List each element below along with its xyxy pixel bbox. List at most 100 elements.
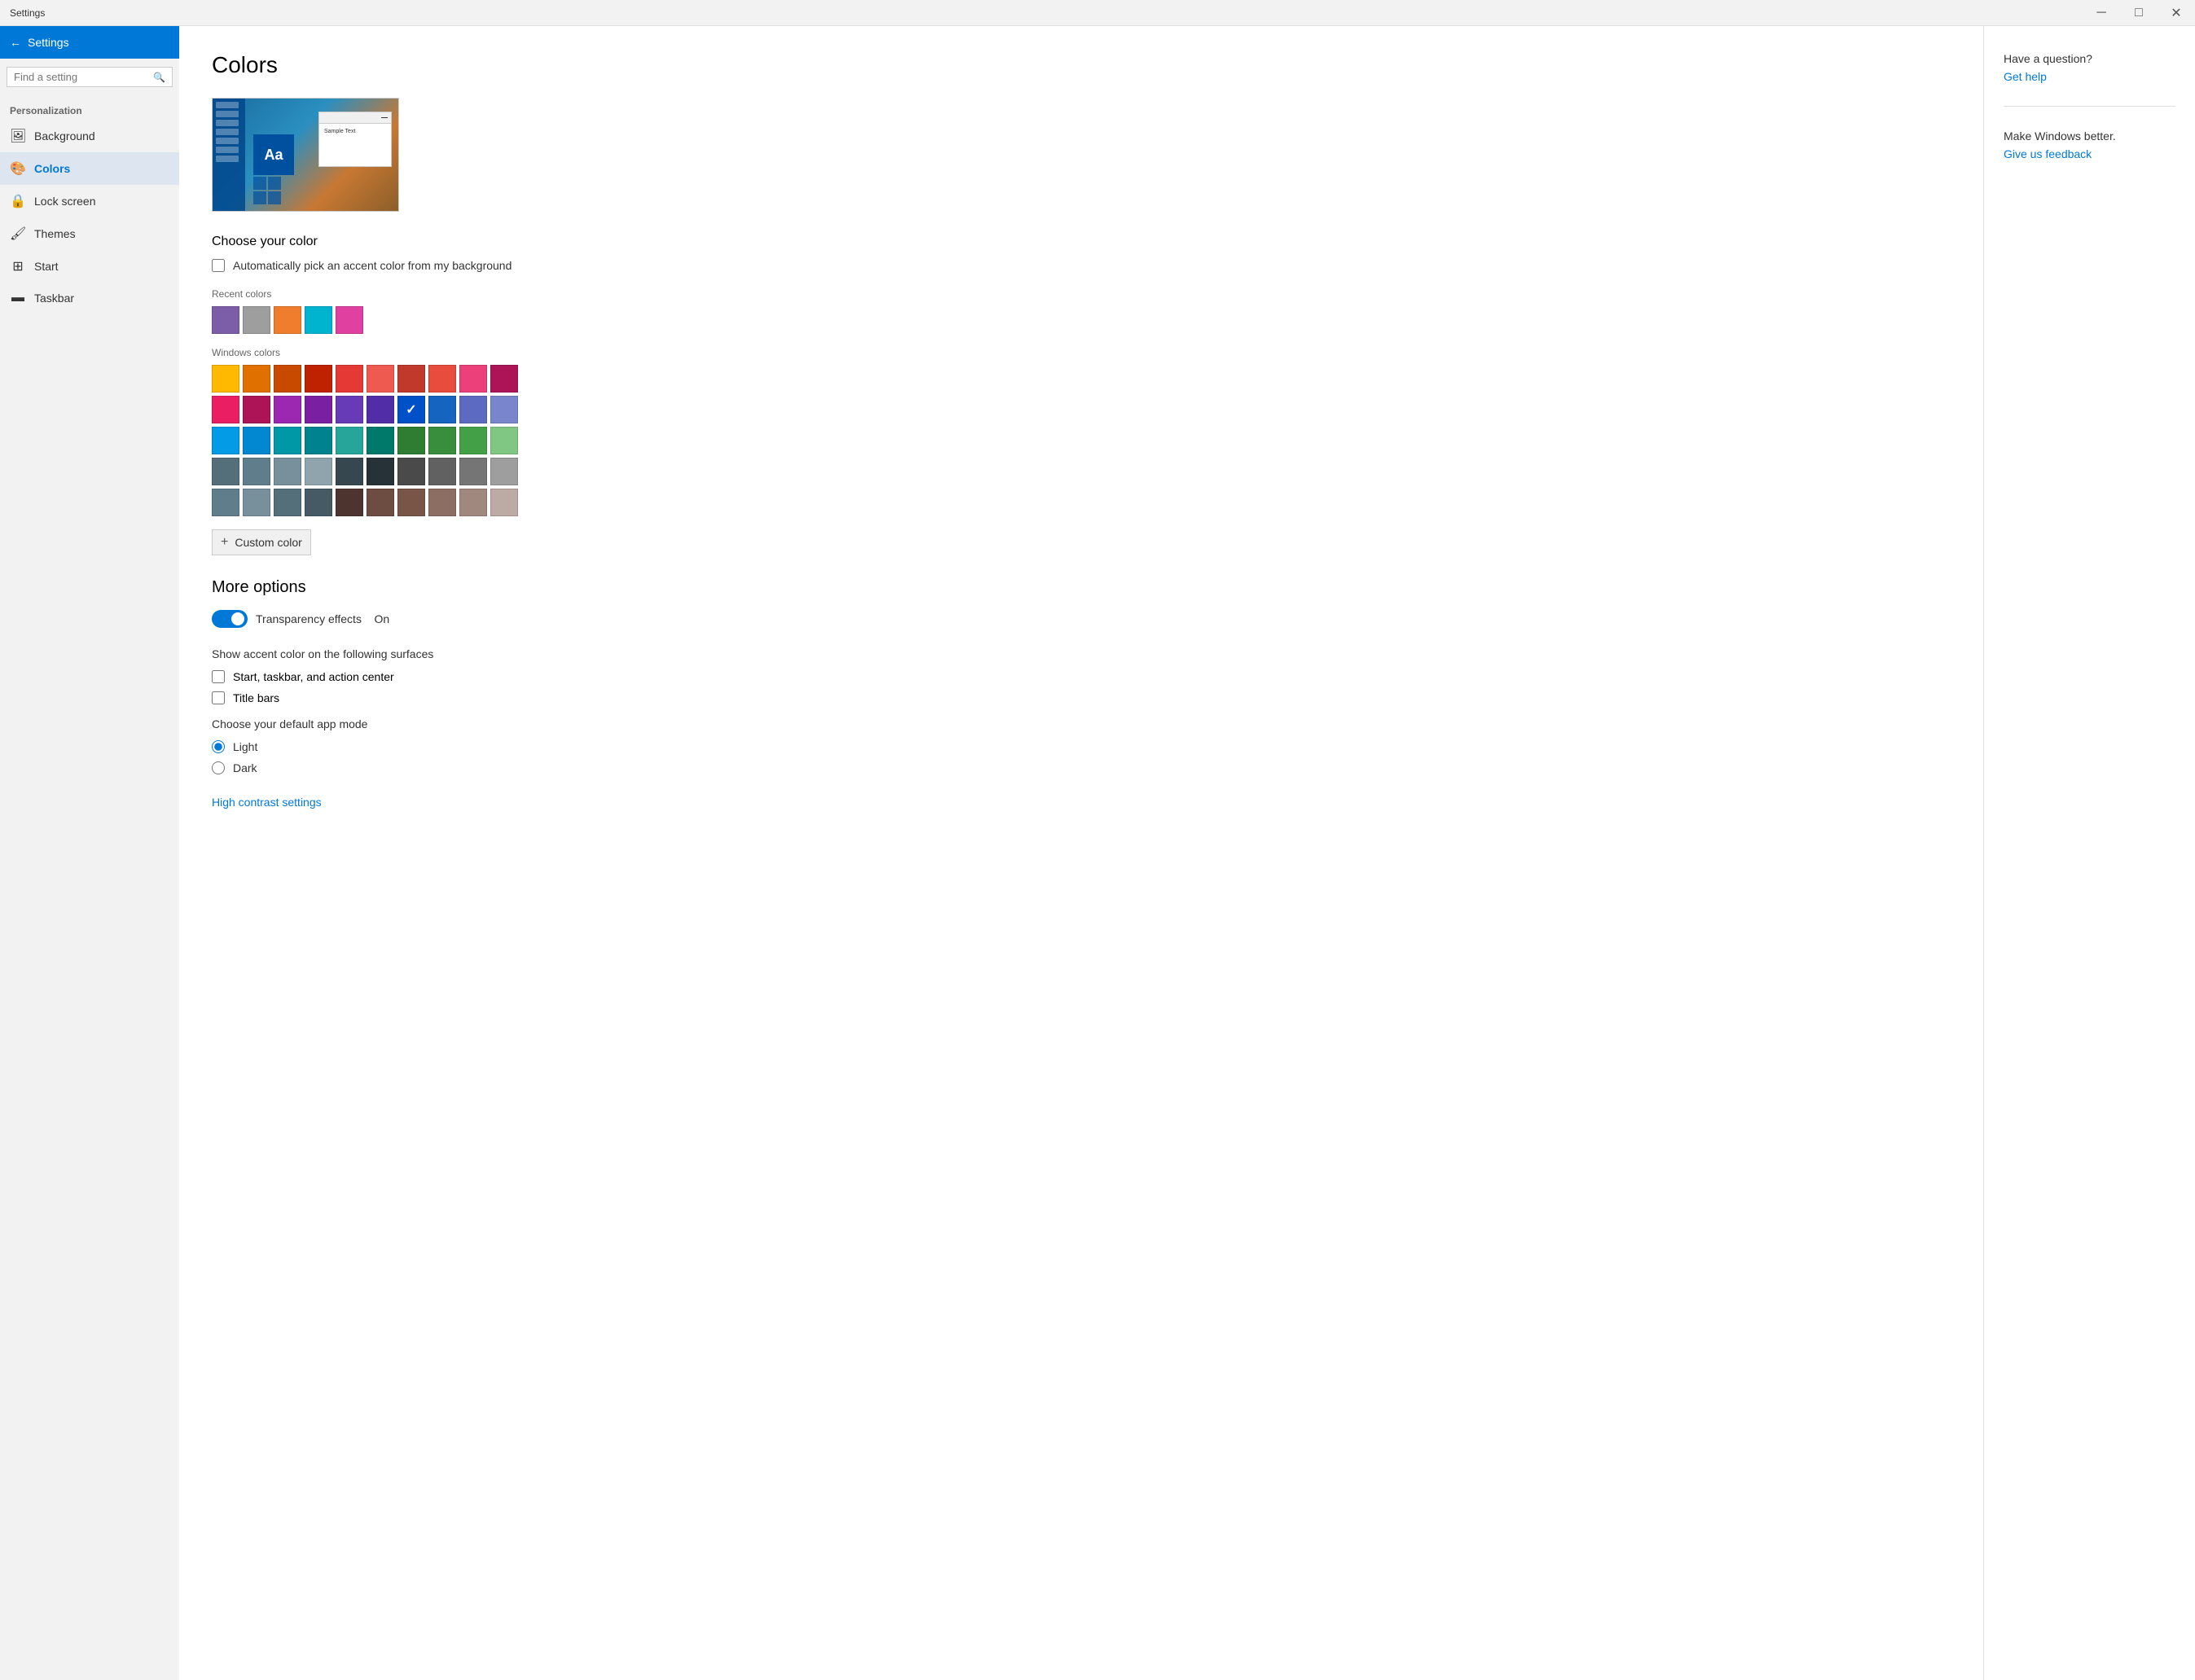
transparency-toggle[interactable] [212, 610, 248, 628]
mode-dark-label[interactable]: Dark [233, 761, 257, 774]
sidebar-item-label-start: Start [34, 260, 59, 273]
auto-pick-checkbox[interactable] [212, 259, 225, 272]
windows-color-swatch[interactable] [428, 427, 456, 454]
transparency-label: Transparency effects On [256, 612, 389, 625]
recent-color-swatch[interactable] [336, 306, 363, 334]
colors-icon: 🎨 [10, 160, 26, 177]
windows-color-swatch[interactable] [490, 458, 518, 485]
mode-light-radio[interactable] [212, 740, 225, 753]
app-container: ← Settings 🔍 Personalization 🖼 Backgroun… [0, 26, 2195, 1680]
windows-color-swatch[interactable] [336, 365, 363, 393]
sidebar-item-start[interactable]: ⊞ Start [0, 250, 179, 283]
windows-color-swatch[interactable] [490, 489, 518, 516]
high-contrast-link[interactable]: High contrast settings [212, 796, 322, 809]
get-help-link[interactable]: Get help [2004, 70, 2047, 83]
windows-color-swatch[interactable] [305, 396, 332, 423]
recent-color-swatch[interactable] [305, 306, 332, 334]
windows-color-swatch[interactable] [336, 458, 363, 485]
sidebar-item-background[interactable]: 🖼 Background [0, 120, 179, 152]
windows-color-swatch[interactable] [459, 489, 487, 516]
windows-color-swatch[interactable] [305, 489, 332, 516]
windows-color-swatch[interactable] [212, 427, 239, 454]
preview-minimize-icon [381, 117, 388, 118]
windows-color-swatch[interactable] [428, 458, 456, 485]
windows-color-swatch[interactable] [274, 458, 301, 485]
windows-color-swatch[interactable] [397, 489, 425, 516]
windows-color-swatch[interactable] [336, 489, 363, 516]
windows-color-swatch[interactable] [428, 396, 456, 423]
recent-color-swatch[interactable] [274, 306, 301, 334]
windows-color-swatch[interactable] [367, 458, 394, 485]
windows-color-swatch[interactable] [243, 458, 270, 485]
sidebar-item-themes[interactable]: 🖌 Themes [0, 217, 179, 250]
windows-color-swatch[interactable] [243, 365, 270, 393]
show-accent-label: Show accent color on the following surfa… [212, 647, 1951, 660]
windows-color-swatch[interactable] [212, 489, 239, 516]
windows-color-swatch[interactable] [490, 427, 518, 454]
windows-color-swatch[interactable] [336, 427, 363, 454]
windows-color-swatch[interactable] [428, 365, 456, 393]
windows-color-swatch[interactable] [305, 458, 332, 485]
mode-dark-row: Dark [212, 761, 1951, 774]
windows-color-swatch[interactable] [212, 458, 239, 485]
windows-color-swatch[interactable] [397, 365, 425, 393]
windows-color-swatch[interactable] [459, 458, 487, 485]
mode-dark-radio[interactable] [212, 761, 225, 774]
sidebar-item-label-background: Background [34, 129, 95, 143]
windows-color-swatch[interactable] [243, 489, 270, 516]
windows-color-swatch[interactable] [459, 365, 487, 393]
windows-color-swatch[interactable] [336, 396, 363, 423]
windows-color-swatch[interactable] [367, 427, 394, 454]
windows-color-swatch[interactable] [459, 396, 487, 423]
windows-color-swatch[interactable] [367, 396, 394, 423]
custom-color-button[interactable]: + Custom color [212, 529, 311, 555]
recent-color-swatch[interactable] [243, 306, 270, 334]
surface-start-checkbox[interactable] [212, 670, 225, 683]
background-icon: 🖼 [10, 128, 26, 144]
more-options-title: More options [212, 578, 1951, 597]
titlebar-controls: ─ □ ✕ [2083, 0, 2195, 26]
windows-color-swatch[interactable] [367, 365, 394, 393]
preview-tiles [253, 177, 281, 204]
windows-color-swatch[interactable] [428, 489, 456, 516]
sidebar-item-colors[interactable]: 🎨 Colors [0, 152, 179, 185]
minimize-button[interactable]: ─ [2083, 0, 2120, 26]
sidebar-item-lock-screen[interactable]: 🔒 Lock screen [0, 185, 179, 217]
windows-color-swatch[interactable] [212, 365, 239, 393]
windows-color-swatch[interactable] [397, 396, 425, 423]
windows-color-swatch[interactable] [459, 427, 487, 454]
windows-color-swatch[interactable] [274, 365, 301, 393]
surface-start-label[interactable]: Start, taskbar, and action center [233, 670, 394, 683]
make-better-title: Make Windows better. [2004, 129, 2175, 143]
surface-titlebars-label[interactable]: Title bars [233, 691, 279, 704]
sidebar-item-taskbar[interactable]: ▬ Taskbar [0, 283, 179, 314]
windows-color-swatch[interactable] [397, 458, 425, 485]
surface-titlebars-checkbox[interactable] [212, 691, 225, 704]
mode-light-row: Light [212, 740, 1951, 753]
search-input[interactable] [14, 71, 153, 83]
windows-color-swatch[interactable] [490, 365, 518, 393]
windows-color-swatch[interactable] [274, 489, 301, 516]
windows-color-swatch[interactable] [490, 396, 518, 423]
windows-color-swatch[interactable] [305, 427, 332, 454]
search-box[interactable]: 🔍 [7, 67, 173, 87]
maximize-button[interactable]: □ [2120, 0, 2158, 26]
sidebar-item-label-lock: Lock screen [34, 195, 95, 208]
windows-color-swatch[interactable] [305, 365, 332, 393]
preview-tile-4 [268, 191, 281, 204]
mode-light-label[interactable]: Light [233, 740, 257, 753]
recent-color-swatch[interactable] [212, 306, 239, 334]
auto-pick-label[interactable]: Automatically pick an accent color from … [233, 259, 511, 272]
right-panel: Have a question? Get help Make Windows b… [1983, 26, 2195, 1680]
windows-color-swatch[interactable] [274, 427, 301, 454]
windows-color-swatch[interactable] [274, 396, 301, 423]
windows-color-swatch[interactable] [243, 427, 270, 454]
windows-color-swatch[interactable] [397, 427, 425, 454]
windows-color-swatch[interactable] [212, 396, 239, 423]
give-feedback-link[interactable]: Give us feedback [2004, 147, 2092, 160]
back-button[interactable]: ← Settings [0, 26, 179, 59]
close-button[interactable]: ✕ [2158, 0, 2195, 26]
windows-color-swatch[interactable] [367, 489, 394, 516]
preview-taskbar-item-7 [216, 156, 239, 162]
windows-color-swatch[interactable] [243, 396, 270, 423]
